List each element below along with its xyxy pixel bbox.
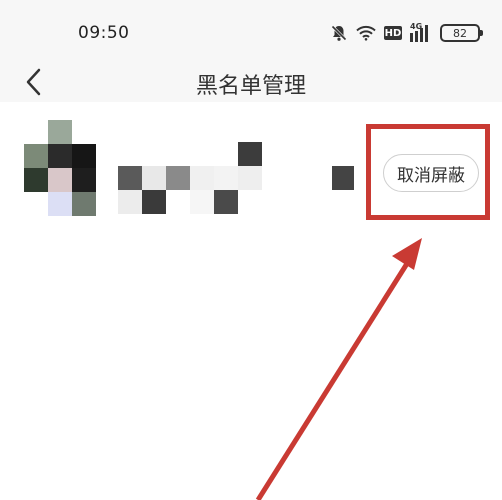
arrow-annotation (255, 238, 422, 500)
